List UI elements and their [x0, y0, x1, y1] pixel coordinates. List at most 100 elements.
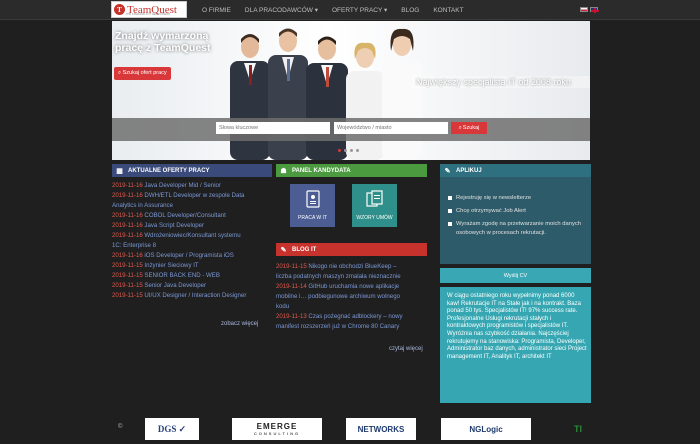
- candidate-panel-label: PANEL KANDYDATA: [292, 167, 351, 174]
- networks-logo[interactable]: NETWORKS: [346, 418, 416, 440]
- blog-title: kodu: [276, 303, 290, 310]
- jobs-in-it-tile[interactable]: PRACA W IT: [290, 184, 335, 227]
- checkbox[interactable]: [448, 209, 452, 213]
- prev-arrow-icon[interactable]: ©: [118, 424, 122, 430]
- search-button[interactable]: ⌕ Szukaj: [451, 122, 487, 134]
- blog-date: 2019-11-15: [276, 263, 307, 270]
- blog-header-label: BLOG IT: [292, 246, 317, 253]
- list-item[interactable]: manifest rozszerzeń już w Chrome 80 Cana…: [276, 322, 427, 332]
- search-icon: ⌕: [458, 124, 462, 131]
- list-item[interactable]: mobilne i… podbiegunowe archiwum wolnego: [276, 292, 427, 302]
- dgs-logo[interactable]: DGS ✓: [145, 418, 199, 440]
- search-button-label: Szukaj: [462, 125, 480, 131]
- language-switcher: [580, 7, 599, 13]
- offer-date: 2019-11-15: [112, 292, 143, 299]
- list-item[interactable]: 2019-11-15 Nikogo nie obchodzi BlueKeep …: [276, 262, 427, 272]
- logo-text: NGLogic: [469, 424, 503, 434]
- job-alert-checkbox-row[interactable]: Chcę otrzymywać Job Alert: [448, 207, 586, 216]
- newsletter-checkbox-row[interactable]: Rejestruję się w newsletterze: [448, 194, 586, 203]
- logo-tagline: THE STANDARD IN IT RECRUITMENT: [126, 13, 171, 16]
- apply-header: ✎ APLIKUJ: [440, 164, 591, 177]
- user-icon: ☗: [280, 167, 287, 175]
- hero-banner: Największy specjalista IT od 2008 roku: [412, 76, 590, 88]
- blog-title: mobilne i… podbiegunowe archiwum wolnego: [276, 293, 400, 300]
- list-item[interactable]: 2019-11-16 Java Script Developer: [112, 221, 272, 231]
- job-search-bar: ⌕ Szukaj: [112, 118, 590, 141]
- logo-mark: T: [114, 4, 125, 15]
- blog-title: Nikogo nie obchodzi BlueKeep –: [308, 263, 397, 270]
- offer-date: 2019-11-16: [112, 212, 143, 219]
- contract-templates-tile[interactable]: WZORY UMÓW: [352, 184, 397, 227]
- offer-title: Java Script Developer: [144, 222, 205, 229]
- list-item[interactable]: kodu: [276, 302, 427, 312]
- menu-item-oferty-pracy[interactable]: OFERTY PRACY ▾: [332, 6, 387, 14]
- candidate-panel-header: ☗ PANEL KANDYDATA: [276, 164, 427, 177]
- top-navbar: T TeamQuest THE STANDARD IN IT RECRUITME…: [0, 0, 700, 20]
- teamquest-logo[interactable]: T TeamQuest THE STANDARD IN IT RECRUITME…: [111, 1, 187, 18]
- slider-dot[interactable]: [356, 149, 359, 152]
- list-item[interactable]: 2019-11-16 Java Developer Mid / Senior: [112, 181, 272, 191]
- hero-title: Znajdź wymarzoną pracę z TeamQuest: [115, 30, 211, 54]
- document-icon: [305, 190, 320, 208]
- logo-text: EMERGE: [256, 422, 298, 431]
- menu-item-blog[interactable]: BLOG: [401, 7, 419, 14]
- blog-title: Czas pożegnać adblockery – nowy: [308, 313, 403, 320]
- list-item[interactable]: 2019-11-15 Senior Java Developer: [112, 281, 272, 291]
- emerge-consulting-logo[interactable]: EMERGE CONSULTING: [232, 418, 322, 440]
- offers-list: 2019-11-16 Java Developer Mid / Senior 2…: [112, 181, 272, 301]
- main-menu: O FIRMIE DLA PRACODAWCÓW ▾ OFERTY PRACY …: [202, 0, 464, 20]
- list-item[interactable]: 2019-11-15 SENIOR BACK END - WEB: [112, 271, 272, 281]
- send-cv-button[interactable]: Wyślij CV: [440, 268, 591, 283]
- offer-date: 2019-11-15: [112, 262, 143, 269]
- pencil-icon: ✎: [444, 167, 451, 175]
- list-item[interactable]: liczba podatnych maszyn zmalała nieznacz…: [276, 272, 427, 282]
- checkbox[interactable]: [448, 222, 452, 226]
- offer-title: COBOL Developer/Consultant: [144, 212, 226, 219]
- jobs-in-it-label: PRACA W IT: [298, 215, 327, 221]
- contract-templates-label: WZORY UMÓW: [356, 215, 393, 221]
- offer-title: SENIOR BACK END - WEB: [144, 272, 220, 279]
- megaphone-icon: ✎: [280, 246, 287, 254]
- list-item[interactable]: 2019-11-14 GitHub uruchamia nowe aplikac…: [276, 282, 427, 292]
- list-item[interactable]: 2019-11-16 Wdrożeniowiec/Konsultant syst…: [112, 231, 272, 241]
- list-item[interactable]: 2019-11-15 Inżynier Sieciowy IT: [112, 261, 272, 271]
- list-item[interactable]: 1C: Enterprise 8: [112, 241, 272, 251]
- blog-date: 2019-11-14: [276, 283, 307, 290]
- offer-date: 2019-11-16: [112, 182, 143, 189]
- list-item[interactable]: Analytics in Assurance: [112, 201, 272, 211]
- slider-dot[interactable]: [350, 149, 353, 152]
- menu-item-dla-pracodawcow[interactable]: DLA PRACODAWCÓW ▾: [245, 6, 318, 14]
- ti-logo[interactable]: TI: [566, 418, 590, 440]
- blog-more-link[interactable]: czytaj więcej: [389, 346, 423, 352]
- offer-title: Analytics in Assurance: [112, 202, 173, 209]
- location-input[interactable]: [334, 122, 448, 134]
- apply-header-label: APLIKUJ: [456, 167, 482, 174]
- offer-date: 2019-11-16: [112, 192, 143, 199]
- offer-date: 2019-11-16: [112, 222, 143, 229]
- slider-dot[interactable]: [344, 149, 347, 152]
- list-item[interactable]: 2019-11-16 DWH/ETL Developer w zespole D…: [112, 191, 272, 201]
- partner-logos: © DGS ✓ EMERGE CONSULTING NETWORKS NGLog…: [0, 410, 700, 444]
- menu-item-label: OFERTY PRACY: [331, 7, 383, 14]
- keywords-input[interactable]: [216, 122, 330, 134]
- logo-text: TI: [574, 424, 582, 434]
- offer-title: Java Developer Mid / Senior: [144, 182, 221, 189]
- slider-dot[interactable]: [338, 149, 341, 152]
- menu-item-kontakt[interactable]: KONTAKT: [433, 7, 463, 14]
- offer-title: Wdrożeniowiec/Konsultant systemu: [144, 232, 241, 239]
- english-flag-icon[interactable]: [590, 7, 599, 13]
- list-item[interactable]: 2019-11-16 iOS Developer / Programista i…: [112, 251, 272, 261]
- list-item[interactable]: 2019-11-15 UI/UX Designer / Interaction …: [112, 291, 272, 301]
- list-item[interactable]: 2019-11-13 Czas pożegnać adblockery – no…: [276, 312, 427, 322]
- polish-flag-icon[interactable]: [580, 7, 588, 12]
- search-offers-button[interactable]: ⌕ Szukaj ofert pracy: [114, 67, 171, 80]
- menu-item-o-firmie[interactable]: O FIRMIE: [202, 7, 231, 14]
- checkbox[interactable]: [448, 196, 452, 200]
- menu-item-label: DLA PRACODAWCÓW: [244, 7, 313, 14]
- list-item[interactable]: 2019-11-16 COBOL Developer/Consultant: [112, 211, 272, 221]
- blog-header: ✎ BLOG IT: [276, 243, 427, 256]
- nglogic-logo[interactable]: NGLogic: [441, 418, 531, 440]
- consent-checkbox-row[interactable]: Wyrażam zgodę na przetwarzanie moich dan…: [448, 220, 588, 238]
- offers-header-label: AKTUALNE OFERTY PRACY: [128, 167, 210, 174]
- offers-more-link[interactable]: zobacz więcej: [221, 321, 258, 327]
